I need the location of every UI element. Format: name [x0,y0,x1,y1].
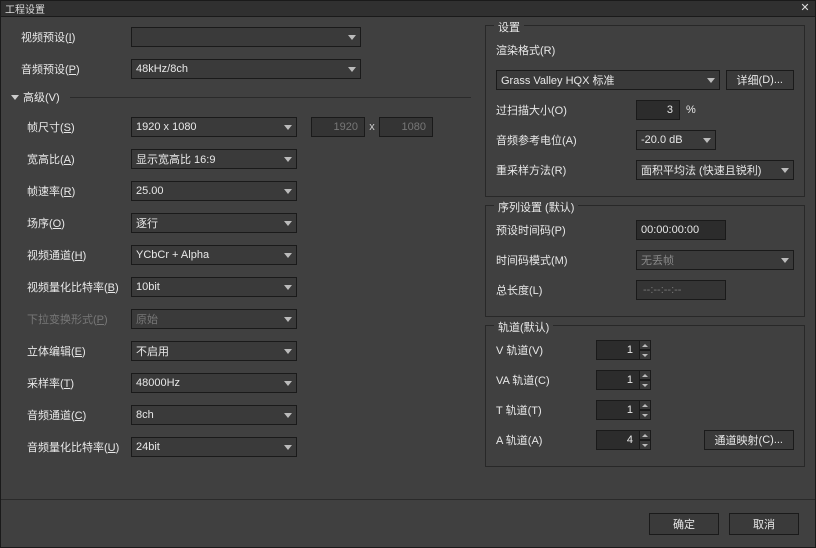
v-track-label: V 轨道(V) [496,342,596,358]
samplerate-label: 采样率(T) [11,375,131,391]
close-icon[interactable]: ✕ [799,3,811,15]
chevron-down-icon [11,95,19,100]
framerate-select[interactable]: 25.00 [131,181,297,201]
advanced-expander[interactable]: 高级(V) [11,89,471,105]
totallen-field: --:--:--:-- [636,280,726,300]
t-track-label: T 轨道(T) [496,402,596,418]
window-title: 工程设置 [5,1,45,16]
pulldown-select: 原始 [131,309,297,329]
audioref-select[interactable]: -20.0 dB [636,130,716,150]
a-track-input[interactable]: 4 [596,430,640,450]
percent-label: % [686,104,696,116]
samplerate-select[interactable]: 48000Hz [131,373,297,393]
audiobit-select[interactable]: 24bit [131,437,297,457]
overscan-label: 过扫描大小(O) [496,102,636,118]
preset-tc-input[interactable]: 00:00:00:00 [636,220,726,240]
aspect-label: 宽高比(A) [11,151,131,167]
preset-tc-label: 预设时间码(P) [496,222,636,238]
stereoedit-select[interactable]: 不启用 [131,341,297,361]
t-track-spin[interactable]: 1 [596,400,651,420]
resample-select[interactable]: 面积平均法 (快速且锐利) [636,160,794,180]
va-track-input[interactable]: 1 [596,370,640,390]
audio-preset-select[interactable]: 48kHz/8ch [131,59,361,79]
pulldown-label: 下拉变换形式(P) [11,311,131,327]
fieldorder-select[interactable]: 逐行 [131,213,297,233]
advanced-label: 高级(V) [23,89,60,105]
video-preset-label: 视频预设(I) [11,29,131,45]
va-track-label: VA 轨道(C) [496,372,596,388]
cancel-button[interactable]: 取消 [729,513,799,535]
x-separator: x [365,121,379,133]
frame-size-select[interactable]: 1920 x 1080 [131,117,297,137]
framerate-label: 帧速率(R) [11,183,131,199]
channel-map-button[interactable]: 通道映射(C)... [704,430,794,450]
audioch-label: 音频通道(C) [11,407,131,423]
a-track-spin[interactable]: 4 [596,430,651,450]
totallen-label: 总长度(L) [496,282,636,298]
videobit-label: 视频量化比特率(B) [11,279,131,295]
overscan-spin[interactable]: 3 [636,100,680,120]
frame-width-input: 1920 [311,117,365,137]
renderfmt-label: 渲染格式(R) [496,42,596,58]
tcmode-label: 时间码模式(M) [496,252,636,268]
project-settings-dialog: 工程设置 ✕ 视频预设(I) 音频预设(P) 48kHz/8ch 高级(V) [0,0,816,548]
settings-legend: 设置 [494,19,524,35]
video-preset-select[interactable] [131,27,361,47]
t-track-input[interactable]: 1 [596,400,640,420]
v-track-spin[interactable]: 1 [596,340,651,360]
renderfmt-select[interactable]: Grass Valley HQX 标准 [496,70,720,90]
dialog-footer: 确定 取消 [1,499,815,547]
sequence-legend: 序列设置 (默认) [494,199,578,215]
videobit-select[interactable]: 10bit [131,277,297,297]
frame-height-input: 1080 [379,117,433,137]
settings-group: 设置 渲染格式(R) Grass Valley HQX 标准 详细(D)... … [485,25,805,197]
va-track-spin[interactable]: 1 [596,370,651,390]
tcmode-select[interactable]: 无丢帧 [636,250,794,270]
fieldorder-label: 场序(O) [11,215,131,231]
track-legend: 轨道(默认) [494,319,553,335]
videoch-select[interactable]: YCbCr + Alpha [131,245,297,265]
aspect-select[interactable]: 显示宽高比 16:9 [131,149,297,169]
detail-button[interactable]: 详细(D)... [726,70,794,90]
titlebar: 工程设置 ✕ [1,1,815,17]
audiobit-label: 音频量化比特率(U) [11,439,131,455]
audio-preset-label: 音频预设(P) [11,61,131,77]
stereoedit-label: 立体编辑(E) [11,343,131,359]
audioref-label: 音频参考电位(A) [496,132,636,148]
v-track-input[interactable]: 1 [596,340,640,360]
videoch-label: 视频通道(H) [11,247,131,263]
sequence-group: 序列设置 (默认) 预设时间码(P) 00:00:00:00 时间码模式(M) … [485,205,805,317]
audioch-select[interactable]: 8ch [131,405,297,425]
ok-button[interactable]: 确定 [649,513,719,535]
a-track-label: A 轨道(A) [496,432,596,448]
resample-label: 重采样方法(R) [496,162,636,178]
track-group: 轨道(默认) V 轨道(V) 1 VA 轨道(C) 1 [485,325,805,467]
frame-size-label: 帧尺寸(S) [11,119,131,135]
overscan-input[interactable]: 3 [636,100,680,120]
